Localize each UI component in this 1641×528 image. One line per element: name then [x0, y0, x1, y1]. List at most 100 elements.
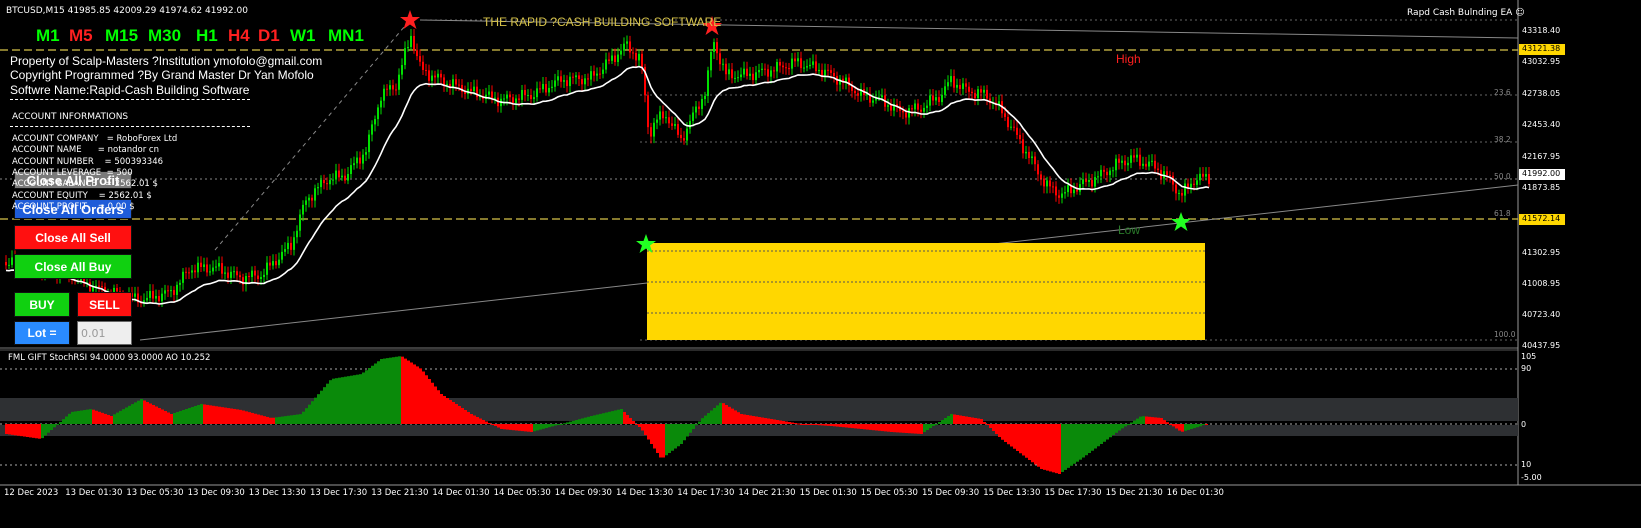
high-label: High [1116, 52, 1141, 66]
indicator-level-label: 0 [1521, 420, 1527, 429]
histogram-bar [569, 421, 572, 424]
lot-input[interactable] [77, 321, 132, 345]
histogram-bar [338, 377, 341, 424]
candle-body [818, 69, 820, 72]
timeframe-mn1-button[interactable]: MN1 [328, 26, 364, 46]
candle-body [680, 134, 682, 139]
timeframe-h1-button[interactable]: H1 [196, 26, 218, 46]
histogram-bar [98, 411, 101, 424]
candle-body [1151, 160, 1153, 162]
histogram-bar [191, 407, 194, 424]
candle-body [326, 183, 328, 185]
candle-body [758, 69, 760, 73]
close-all-sell-button[interactable]: Close All Sell [14, 225, 132, 250]
candle-body [647, 95, 649, 128]
histogram-bar [950, 414, 953, 424]
candle-body [611, 55, 613, 61]
candle-body [1013, 126, 1015, 128]
candle-body [1094, 177, 1096, 187]
candle-body [383, 88, 385, 101]
histogram-bar [314, 397, 317, 424]
histogram-bar [698, 421, 701, 424]
candle-body [266, 262, 268, 275]
candle-body [605, 59, 607, 70]
candle-body [98, 285, 100, 287]
histogram-bar [212, 405, 215, 424]
low-label: Low [1118, 223, 1141, 237]
candle-body [890, 105, 892, 111]
histogram-bar [38, 424, 41, 439]
candle-body [977, 89, 979, 99]
histogram-bar [1112, 424, 1115, 435]
timeframe-m1-button[interactable]: M1 [36, 26, 60, 46]
histogram-bar [599, 413, 602, 424]
histogram-bar [1073, 424, 1076, 464]
demand-zone [647, 243, 1205, 340]
histogram-bar [1019, 424, 1022, 454]
sell-button[interactable]: SELL [77, 292, 132, 317]
histogram-bar [545, 424, 548, 428]
candle-body [1106, 171, 1108, 176]
candle-body [923, 107, 925, 112]
timeframe-m5-button[interactable]: M5 [69, 26, 93, 46]
account-header: ACCOUNT INFORMATIONS [12, 112, 129, 122]
candle-body [824, 69, 826, 77]
buy-button[interactable]: BUY [14, 292, 70, 317]
candle-body [221, 263, 223, 274]
histogram-bar [452, 402, 455, 424]
histogram-bar [650, 424, 653, 444]
histogram-bar [554, 424, 557, 426]
candle-body [674, 124, 676, 126]
candle-body [329, 180, 331, 185]
candle-body [512, 97, 514, 103]
bottom-star-icon-2 [1171, 212, 1191, 231]
histogram-bar [254, 413, 257, 424]
histogram-bar [761, 417, 764, 424]
histogram-bar [131, 404, 134, 424]
histogram-bar [1046, 424, 1049, 471]
candle-body [767, 69, 769, 77]
candle-body [626, 41, 628, 44]
candle-body [773, 70, 775, 72]
histogram-bar [500, 424, 503, 429]
histogram-bar [1151, 417, 1154, 424]
histogram-bar [524, 424, 527, 432]
histogram-bar [164, 411, 167, 424]
histogram-bar [662, 424, 665, 458]
histogram-bar [1076, 424, 1079, 462]
close-all-buy-button[interactable]: Close All Buy [14, 254, 132, 279]
histogram-bar [74, 411, 77, 424]
histogram-bar [263, 416, 266, 424]
candle-body [749, 73, 751, 76]
histogram-bar [149, 403, 152, 424]
candle-body [554, 80, 556, 87]
histogram-bar [26, 424, 29, 437]
histogram-bar [110, 416, 113, 424]
candle-body [725, 63, 727, 75]
candle-body [638, 53, 640, 61]
histogram-bar [644, 424, 647, 435]
histogram-bar [770, 419, 773, 424]
candle-body [929, 95, 931, 106]
histogram-bar [485, 421, 488, 424]
histogram-bar [584, 417, 587, 424]
time-tick-label: 15 Dec 13:30 [983, 488, 1041, 498]
timeframe-w1-button[interactable]: W1 [290, 26, 316, 46]
candle-body [419, 56, 421, 62]
price-tick-label: 40437.95 [1522, 341, 1561, 350]
candle-body [1190, 183, 1192, 188]
candle-body [692, 112, 694, 121]
candle-body [1127, 162, 1129, 166]
software-title: THE RAPID ?CASH BUILDING SOFTWARE [483, 15, 722, 29]
histogram-bar [581, 418, 584, 424]
candle-body [320, 179, 322, 188]
candle-body [1205, 174, 1207, 177]
timeframe-h4-button[interactable]: H4 [228, 26, 250, 46]
top-star-icon [400, 10, 420, 29]
candle-body [257, 275, 259, 279]
histogram-bar [1175, 424, 1178, 429]
timeframe-d1-button[interactable]: D1 [258, 26, 280, 46]
histogram-bar [353, 375, 356, 424]
timeframe-m15-button[interactable]: M15 [105, 26, 138, 46]
timeframe-m30-button[interactable]: M30 [148, 26, 181, 46]
